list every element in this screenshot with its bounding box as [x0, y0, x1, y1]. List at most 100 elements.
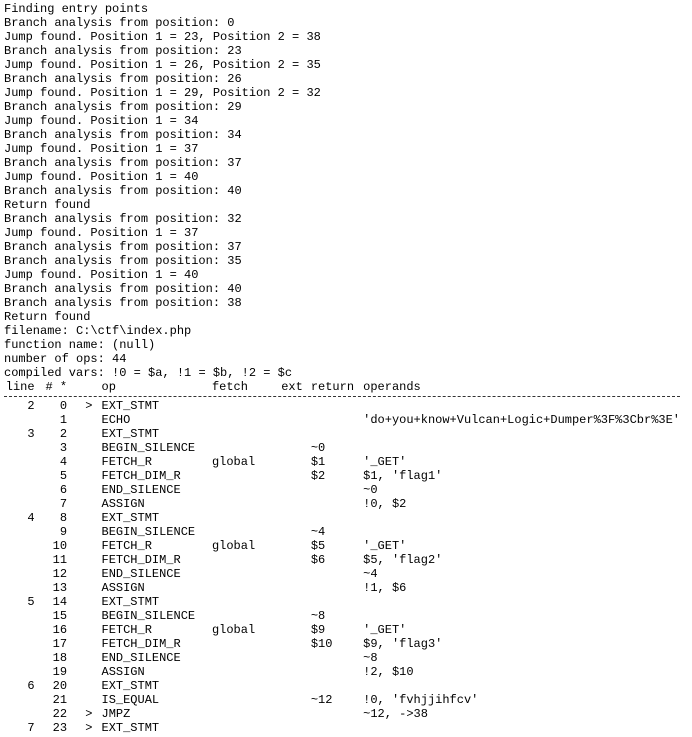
cell-ext [278, 637, 310, 651]
cell-star [75, 525, 85, 539]
cell-star [75, 609, 85, 623]
cell-operands: '_GET' [363, 539, 688, 553]
cell-hash: 1 [43, 413, 75, 427]
cell-line [4, 441, 43, 455]
cell-line: 5 [4, 595, 43, 609]
cell-star [75, 721, 85, 735]
table-header: line # * op fetch ext return operands [4, 380, 688, 394]
numops-value: 44 [112, 352, 126, 366]
cell-line [4, 539, 43, 553]
table-row: 19 ASSIGN !2, $10 [4, 665, 688, 679]
cell-return: ~8 [311, 609, 363, 623]
cell-hash: 18 [43, 651, 75, 665]
cell-hash: 20 [43, 679, 75, 693]
cell-op: IS_EQUAL [102, 693, 212, 707]
cell-gt: > [85, 721, 101, 735]
cell-op: ASSIGN [102, 497, 212, 511]
cell-op: EXT_STMT [102, 511, 212, 525]
cell-op: FETCH_DIM_R [102, 469, 212, 483]
cell-operands [363, 679, 688, 693]
col-op: op [102, 380, 212, 394]
cell-fetch [212, 399, 278, 413]
cell-operands [363, 609, 688, 623]
cell-star [75, 441, 85, 455]
table-row: 13ASSIGN!1, $6 [4, 581, 688, 595]
cell-ext [278, 693, 310, 707]
cell-line [4, 665, 43, 679]
cell-line: 2 [4, 399, 43, 413]
cell-operands [363, 441, 688, 455]
cell-return: $5 [311, 539, 363, 553]
cell-fetch: global [212, 623, 278, 637]
cell-hash: 16 [43, 623, 75, 637]
table-row: 4FETCH_Rglobal$1'_GET' [4, 455, 688, 469]
cell-fetch [212, 497, 278, 511]
table-row: 10FETCH_Rglobal$5'_GET' [4, 539, 688, 553]
cell-gt [85, 595, 101, 609]
cell-return: ~0 [311, 441, 363, 455]
cell-op: FETCH_R [102, 539, 212, 553]
compiled-value: !0 = $a, !1 = $b, !2 = $c [112, 366, 292, 380]
cell-line: 3 [4, 427, 43, 441]
function-label: function name: [4, 338, 105, 352]
cell-operands: $1, 'flag1' [363, 469, 688, 483]
cell-fetch: global [212, 455, 278, 469]
cell-operands: !2, $10 [363, 665, 688, 679]
cell-fetch [212, 483, 278, 497]
cell-ext [278, 539, 310, 553]
cell-hash: 2 [43, 427, 75, 441]
vld-dump: Finding entry pointsBranch analysis from… [0, 0, 692, 737]
cell-operands [363, 525, 688, 539]
cell-op: EXT_STMT [102, 399, 212, 413]
cell-hash: 19 [43, 665, 75, 679]
cell-hash: 3 [43, 441, 75, 455]
cell-line [4, 455, 43, 469]
cell-op: ECHO [102, 413, 212, 427]
cell-op: ASSIGN [102, 665, 212, 679]
divider [4, 396, 680, 397]
cell-gt [85, 455, 101, 469]
cell-fetch [212, 441, 278, 455]
cell-star [75, 413, 85, 427]
preamble-block: Finding entry pointsBranch analysis from… [4, 2, 688, 324]
cell-gt [85, 623, 101, 637]
col-hash: # * [43, 380, 75, 394]
cell-fetch [212, 413, 278, 427]
cell-op: END_SILENCE [102, 567, 212, 581]
cell-gt [85, 441, 101, 455]
cell-operands: ~0 [363, 483, 688, 497]
cell-line [4, 623, 43, 637]
table-row: 20>EXT_STMT [4, 399, 688, 413]
preamble-line: Branch analysis from position: 0 [4, 16, 688, 30]
cell-hash: 6 [43, 483, 75, 497]
cell-star [75, 595, 85, 609]
cell-hash: 0 [43, 399, 75, 413]
cell-hash: 13 [43, 581, 75, 595]
cell-ext [278, 483, 310, 497]
cell-ext [278, 567, 310, 581]
cell-operands: ~4 [363, 567, 688, 581]
preamble-line: Branch analysis from position: 38 [4, 296, 688, 310]
cell-fetch [212, 679, 278, 693]
cell-line [4, 497, 43, 511]
preamble-line: Return found [4, 310, 688, 324]
cell-gt [85, 581, 101, 595]
preamble-line: Branch analysis from position: 37 [4, 156, 688, 170]
cell-gt [85, 427, 101, 441]
table-row: 11FETCH_DIM_R$6$5, 'flag2' [4, 553, 688, 567]
cell-operands [363, 427, 688, 441]
cell-line [4, 525, 43, 539]
cell-return [311, 581, 363, 595]
preamble-line: Branch analysis from position: 23 [4, 44, 688, 58]
cell-star [75, 665, 85, 679]
cell-ext [278, 679, 310, 693]
cell-ext [278, 721, 310, 735]
cell-ext [278, 469, 310, 483]
cell-fetch [212, 581, 278, 595]
col-fetch: fetch [212, 380, 278, 394]
cell-fetch [212, 427, 278, 441]
cell-return [311, 497, 363, 511]
cell-operands [363, 595, 688, 609]
table-row: 5FETCH_DIM_R$2$1, 'flag1' [4, 469, 688, 483]
cell-return: $2 [311, 469, 363, 483]
